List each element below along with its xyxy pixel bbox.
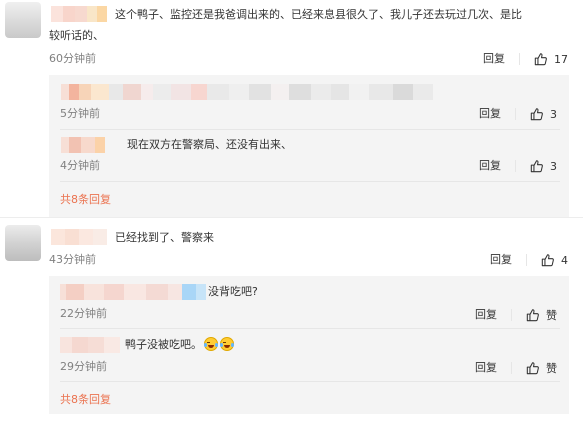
reply-time: 22分钟前 (60, 307, 107, 320)
like-count: 17 (554, 52, 568, 66)
reply-divider (60, 381, 560, 382)
reply-actions: 回复 3 (479, 159, 557, 173)
reply-divider (60, 181, 560, 182)
reply-author[interactable] (60, 284, 206, 300)
reply-actions: 回复 赞 (475, 360, 557, 376)
commenter-avatar[interactable] (5, 2, 41, 38)
comment-actions: 回复 17 (483, 52, 568, 66)
reply-actions: 回复 3 (479, 107, 557, 121)
comment-text-line1: 这个鸭子、监控还是我爸调出来的、已经来息县很久了、我儿子还去玩过几次、是比 (115, 8, 522, 21)
thumbs-up-icon (530, 160, 543, 173)
action-divider (526, 254, 527, 266)
reply-time: 5分钟前 (60, 107, 100, 120)
comment-text: 已经找到了、警察来 (115, 231, 214, 244)
comment-time: 43分钟前 (49, 253, 96, 266)
like-button[interactable]: 赞 (526, 307, 557, 323)
reply-panel: 没背吃吧? 22分钟前 回复 赞 鸭子没被吃吧。 29分钟前 回复 赞 共8条回… (49, 276, 569, 414)
comment-time: 60分钟前 (49, 52, 96, 65)
thumbs-up-icon (541, 254, 554, 267)
commenter-name[interactable] (51, 229, 107, 245)
action-divider (519, 53, 520, 65)
comment-text: 这个鸭子、监控还是我爸调出来的、已经来息县很久了、我儿子还去玩过几次、是比 (115, 6, 575, 23)
like-label: 赞 (546, 362, 557, 375)
reply-time: 4分钟前 (60, 159, 100, 172)
comment-text-continued: 较听话的、 (49, 29, 104, 42)
reply-button[interactable]: 回复 (479, 107, 501, 121)
reply-button[interactable]: 回复 (483, 52, 505, 66)
commenter-name[interactable] (51, 6, 107, 22)
reply-panel: 5分钟前 回复 3 现在双方在警察局、还没有出来、 4分钟前 回复 3 共8条回… (49, 75, 569, 217)
laughing-tears-emoji (220, 337, 234, 351)
like-button[interactable]: 3 (530, 159, 557, 173)
comment-actions: 回复 4 (490, 253, 568, 267)
reply-author-and-text (61, 84, 433, 100)
like-count: 3 (550, 159, 557, 173)
reply-button[interactable]: 回复 (479, 159, 501, 173)
like-button[interactable]: 赞 (526, 360, 557, 376)
action-divider (511, 362, 512, 374)
reply-time: 29分钟前 (60, 360, 107, 373)
like-button[interactable]: 3 (530, 107, 557, 121)
view-more-replies-link[interactable]: 共8条回复 (60, 193, 111, 207)
reply-text-content: 鸭子没被吃吧。 (125, 338, 202, 351)
comment-divider (0, 217, 583, 218)
reply-button[interactable]: 回复 (475, 361, 497, 375)
commenter-avatar[interactable] (5, 225, 41, 261)
reply-text: 鸭子没被吃吧。 (125, 336, 234, 353)
reply-author[interactable] (61, 137, 105, 153)
thumbs-up-icon (526, 362, 539, 375)
reply-actions: 回复 赞 (475, 307, 557, 323)
thumbs-up-icon (530, 108, 543, 121)
thumbs-up-icon (526, 309, 539, 322)
thumbs-up-icon (534, 53, 547, 66)
like-count: 3 (550, 107, 557, 121)
reply-text: 现在双方在警察局、还没有出来、 (127, 138, 292, 151)
action-divider (515, 160, 516, 172)
action-divider (511, 309, 512, 321)
reply-text: 没背吃吧? (208, 285, 258, 298)
action-divider (515, 108, 516, 120)
view-more-replies-link[interactable]: 共8条回复 (60, 393, 111, 407)
reply-divider (60, 328, 560, 329)
like-button[interactable]: 4 (541, 253, 568, 267)
reply-author[interactable] (60, 337, 120, 353)
laughing-tears-emoji (204, 337, 218, 351)
like-label: 赞 (546, 309, 557, 322)
like-button[interactable]: 17 (534, 52, 568, 66)
reply-button[interactable]: 回复 (490, 253, 512, 267)
reply-button[interactable]: 回复 (475, 308, 497, 322)
reply-divider (60, 129, 560, 130)
like-count: 4 (561, 253, 568, 267)
